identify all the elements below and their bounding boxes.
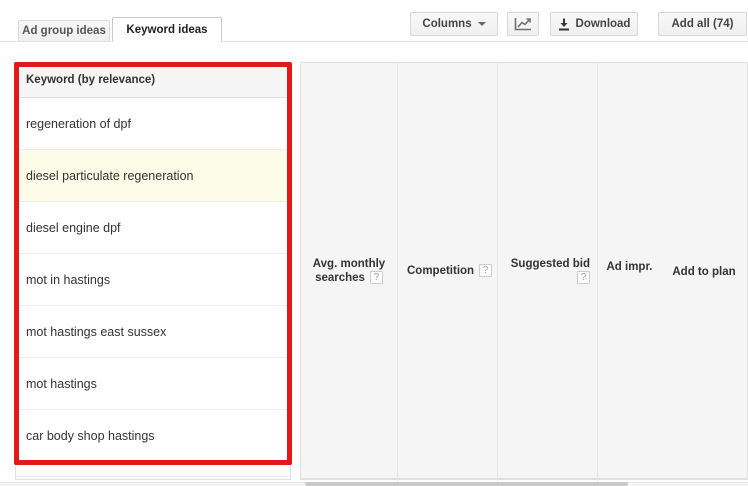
suggested-bid-label: Suggested bid xyxy=(511,257,590,271)
keyword-cell: mot hastings east sussex xyxy=(16,306,290,358)
column-header-suggested-bid: Suggested bid ? xyxy=(498,63,598,478)
keyword-column-header[interactable]: Keyword (by relevance) xyxy=(16,63,290,98)
help-icon[interactable]: ? xyxy=(577,271,590,284)
keyword-cell-partial xyxy=(16,462,290,477)
column-header-competition: Competition ? xyxy=(398,63,498,478)
help-icon[interactable]: ? xyxy=(370,271,383,284)
column-header-avg-monthly-searches: Avg. monthly searches ? xyxy=(301,63,398,478)
avg-monthly-line2: searches xyxy=(315,271,365,285)
columns-button-label: Columns xyxy=(422,18,471,30)
stats-panel: Avg. monthly searches ? Competition ? Su… xyxy=(300,62,748,480)
stats-header-row: Avg. monthly searches ? Competition ? Su… xyxy=(301,63,747,479)
keyword-cell: regeneration of dpf xyxy=(16,98,290,150)
keyword-cell: car body shop hastings xyxy=(16,410,290,462)
add-all-button-label: Add all (74) xyxy=(672,18,734,30)
help-icon[interactable]: ? xyxy=(479,264,492,277)
column-header-ad-impr: Ad impr. xyxy=(598,63,661,478)
chart-view-button[interactable] xyxy=(507,12,539,36)
keyword-cell: mot hastings xyxy=(16,358,290,410)
tab-ad-group-ideas[interactable]: Ad group ideas xyxy=(18,20,110,41)
competition-label: Competition xyxy=(407,265,474,277)
keyword-cell: mot in hastings xyxy=(16,254,290,306)
keyword-cell: diesel engine dpf xyxy=(16,202,290,254)
avg-monthly-line1: Avg. monthly xyxy=(313,257,385,271)
keyword-planner-screen: Ad group ideas Keyword ideas Columns Dow… xyxy=(0,0,748,486)
keyword-cell: diesel particulate regeneration xyxy=(16,150,290,202)
horizontal-scrollbar[interactable] xyxy=(305,482,628,486)
keyword-panel: Keyword (by relevance) regeneration of d… xyxy=(15,62,291,480)
add-all-button[interactable]: Add all (74) xyxy=(658,12,747,36)
columns-button[interactable]: Columns xyxy=(410,12,498,36)
chevron-down-icon xyxy=(478,22,486,26)
trend-chart-icon xyxy=(514,18,532,31)
download-icon xyxy=(558,18,570,31)
column-header-add-to-plan: Add to plan xyxy=(661,63,747,478)
download-button[interactable]: Download xyxy=(550,12,638,36)
tab-keyword-ideas[interactable]: Keyword ideas xyxy=(112,17,222,42)
download-button-label: Download xyxy=(576,18,631,30)
